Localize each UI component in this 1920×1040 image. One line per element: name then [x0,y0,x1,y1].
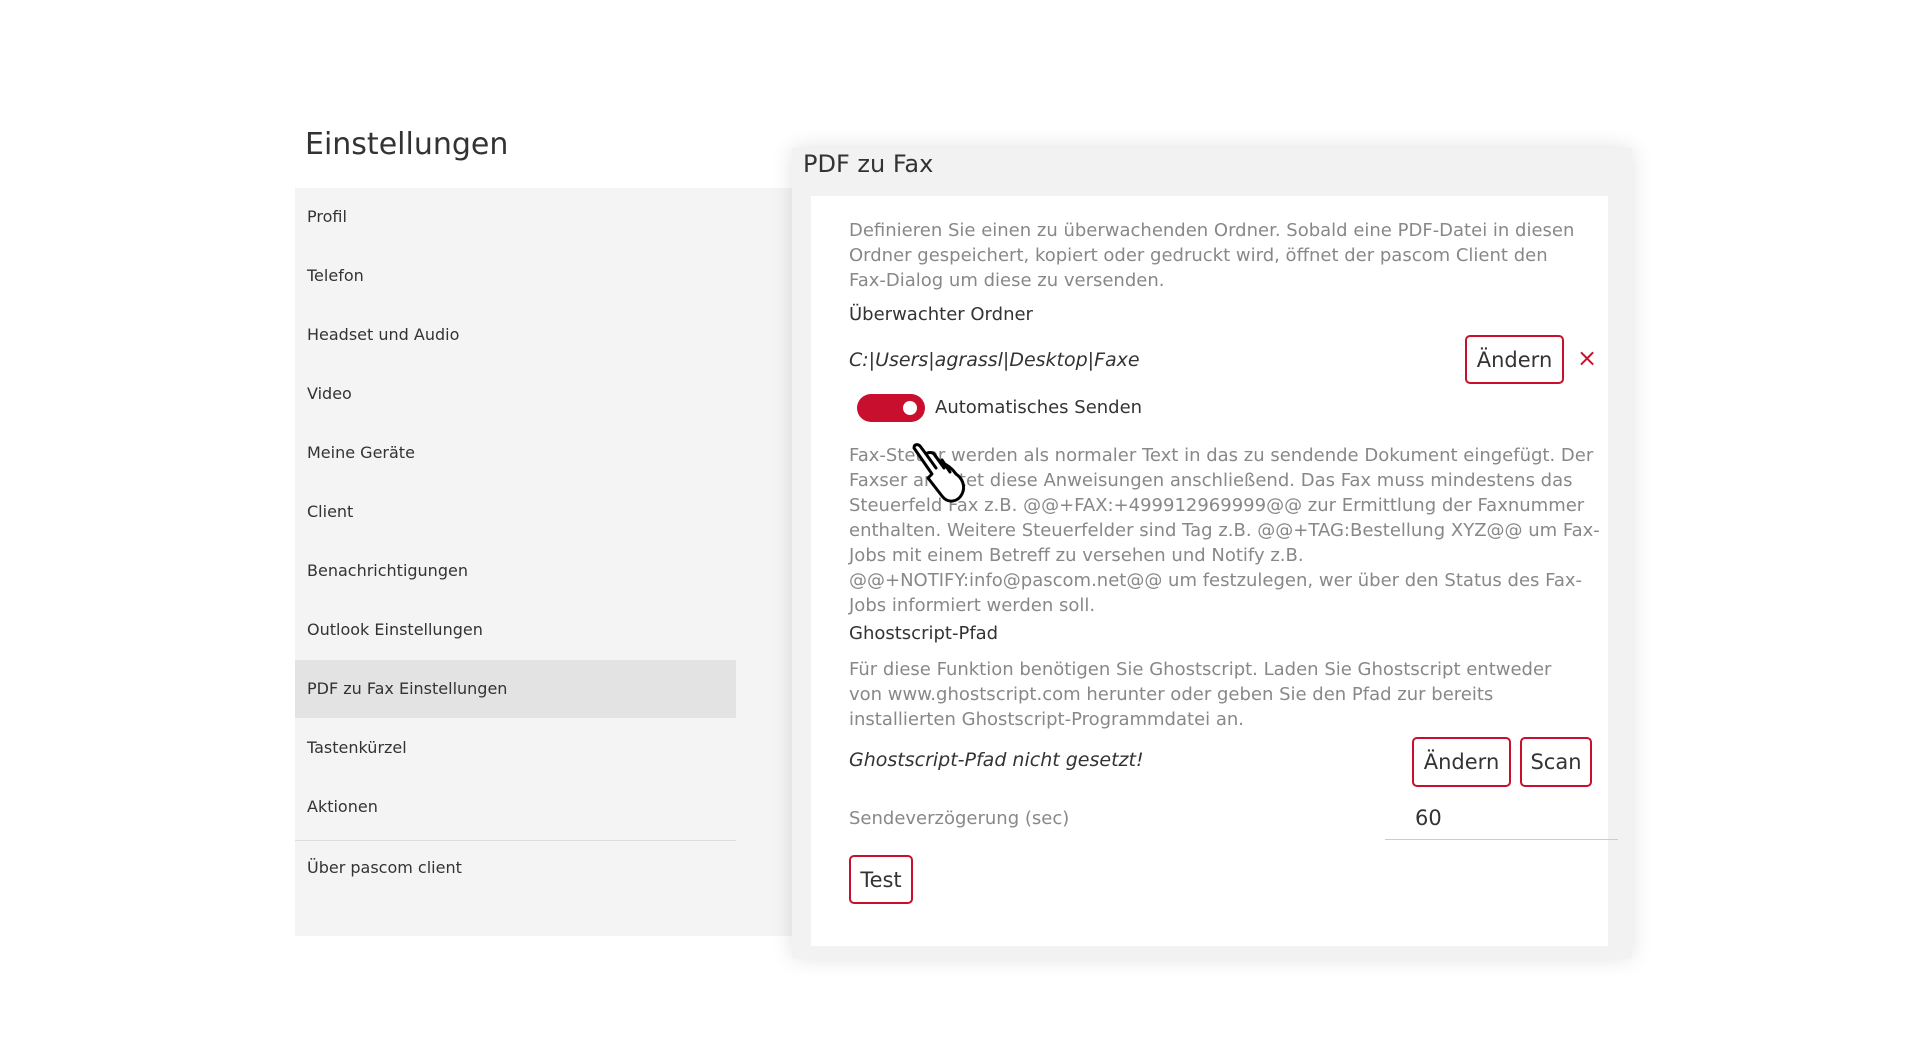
auto-send-toggle[interactable] [857,394,925,422]
close-icon[interactable]: × [1577,344,1597,372]
dialog-body: Definieren Sie einen zu überwachenden Or… [811,196,1618,946]
sidebar-item-client[interactable]: Client [295,483,736,541]
sidebar-item-video[interactable]: Video [295,365,736,423]
watched-folder-path: C:|Users|agrassl|Desktop|Faxe [849,349,1140,371]
dialog-title: PDF zu Fax [803,150,934,178]
send-delay-input[interactable] [1385,796,1618,840]
sidebar-item-pdf-fax[interactable]: PDF zu Fax Einstellungen [295,660,736,718]
intro-text: Definieren Sie einen zu überwachenden Or… [849,220,1575,291]
sidebar-item-profil[interactable]: Profil [295,188,736,246]
hand-pointer-icon [912,443,966,503]
ghostscript-status: Ghostscript-Pfad nicht gesetzt! [849,749,1144,771]
toggle-knob [903,401,917,415]
sidebar-item-outlook[interactable]: Outlook Einstellungen [295,601,736,659]
change-ghostscript-button[interactable]: Ändern [1412,737,1511,787]
sidebar-item-telefon[interactable]: Telefon [295,247,736,305]
page-title: Einstellungen [305,127,509,162]
auto-send-label: Automatisches Senden [935,397,1143,418]
sidebar-item-headset-audio[interactable]: Headset und Audio [295,306,736,364]
sidebar-item-tastenkuerzel[interactable]: Tastenkürzel [295,719,736,777]
send-delay-label: Sendeverzögerung (sec) [849,808,1070,829]
change-folder-button[interactable]: Ändern [1465,335,1564,384]
watched-folder-label: Überwachter Ordner [849,304,1033,325]
ghostscript-text: Für diese Funktion benötigen Sie Ghostsc… [849,659,1552,730]
sidebar-item-ueber[interactable]: Über pascom client [295,839,736,897]
sidebar-item-meine-geraete[interactable]: Meine Geräte [295,424,736,482]
sidebar-item-aktionen[interactable]: Aktionen [295,778,736,836]
settings-sidebar: Profil Telefon Headset und Audio Video M… [295,188,795,936]
ghostscript-label: Ghostscript-Pfad [849,623,999,644]
sidebar-item-benachrichtigungen[interactable]: Benachrichtigungen [295,542,736,600]
scan-button[interactable]: Scan [1520,737,1592,787]
test-button[interactable]: Test [849,855,913,904]
pdf-fax-dialog: PDF zu Fax Definieren Sie einen zu überw… [792,148,1632,958]
